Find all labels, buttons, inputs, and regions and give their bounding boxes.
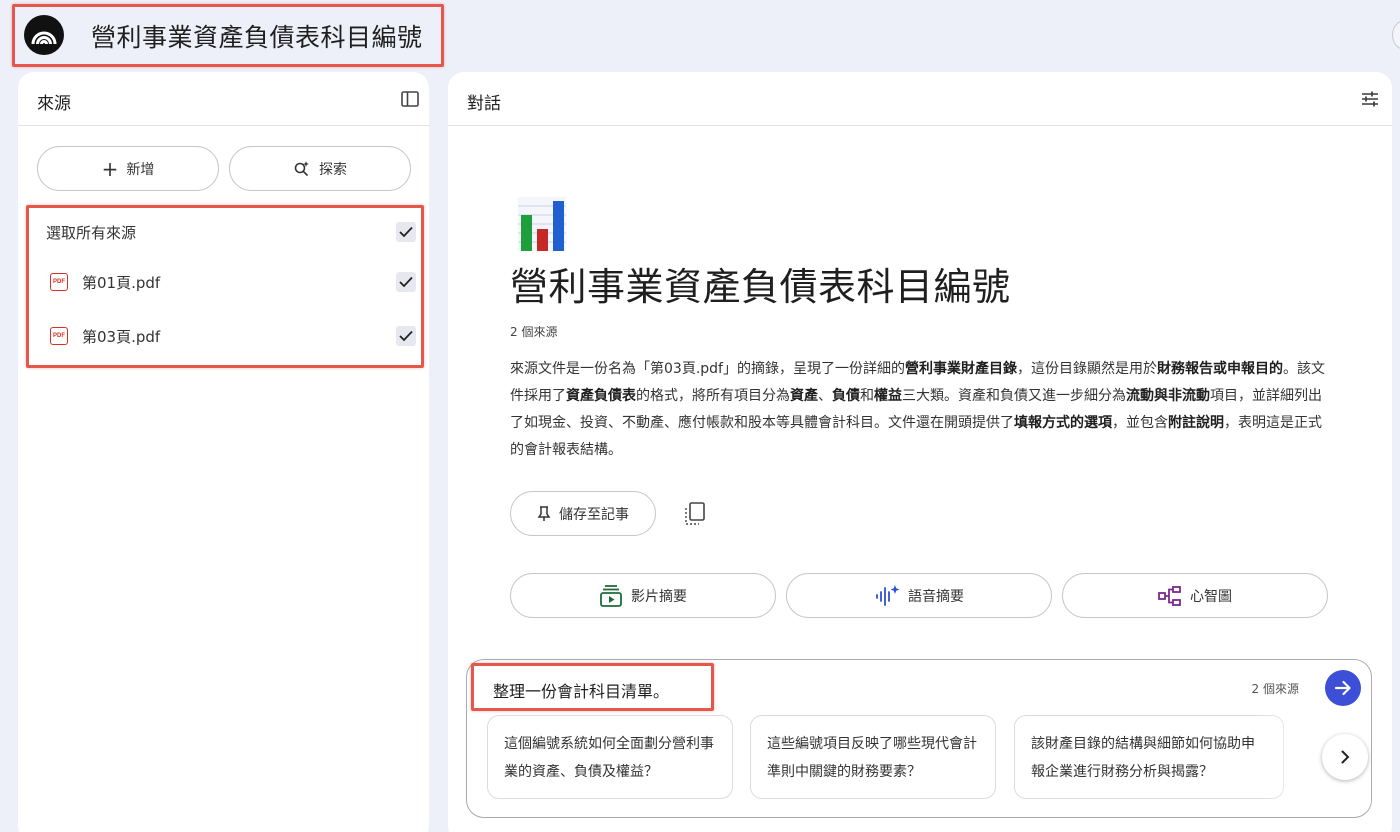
tune-settings-icon[interactable] — [1360, 89, 1380, 109]
next-suggestions-button[interactable] — [1322, 734, 1368, 780]
audio-overview-button[interactable]: 語音摘要 — [786, 573, 1052, 618]
sources-header: 來源 — [18, 72, 429, 126]
add-source-label: 新增 — [126, 161, 155, 178]
chat-input-field[interactable]: 整理一份會計科目清單。 — [493, 678, 669, 702]
video-overview-icon — [600, 584, 622, 607]
chat-title: 對話 — [467, 94, 501, 114]
source-item-label: 第03頁.pdf — [82, 327, 161, 346]
send-button[interactable] — [1325, 670, 1361, 706]
video-overview-label: 影片摘要 — [631, 588, 687, 605]
suggested-question[interactable]: 這個編號系統如何全面劃分營利事業的資產、負債及權益？ — [487, 715, 733, 799]
source-item[interactable]: PDF 第03頁.pdf — [46, 316, 416, 356]
save-to-note-button[interactable]: 儲存至記事 — [510, 491, 656, 536]
summary-bold-text: 流動與非流動 — [1126, 388, 1210, 404]
explore-sources-button[interactable]: 探索 — [229, 146, 411, 191]
audio-overview-icon — [876, 584, 900, 606]
notebook-title[interactable]: 營利事業資產負債表科目編號 — [91, 18, 423, 54]
source-item-label: 第01頁.pdf — [82, 273, 161, 292]
check-icon — [399, 330, 413, 342]
summary-text: 三大類。資產和負債又進一步細分為 — [902, 388, 1126, 404]
mind-map-icon — [1158, 585, 1181, 606]
sources-panel: 來源 + 新增 探索 選取所有來源 PDF 第01頁.pdf PDF 第03頁.… — [18, 72, 429, 832]
summary-bold-text: 權益 — [874, 388, 902, 404]
pdf-icon: PDF — [50, 273, 68, 291]
mind-map-label: 心智圖 — [1190, 588, 1232, 605]
collapse-panel-icon[interactable] — [400, 89, 420, 109]
summary-text: 的格式，將所有項目分為 — [636, 388, 790, 404]
summary-bold-text: 資產負債表 — [566, 388, 636, 404]
source-checkbox[interactable] — [396, 272, 416, 292]
select-all-checkbox[interactable] — [396, 222, 416, 242]
copy-icon[interactable] — [684, 502, 706, 526]
plus-icon: + — [101, 156, 119, 181]
app-header: 營利事業資產負債表科目編號 — [0, 0, 1400, 70]
summary-bold-text: 營利事業財產目錄 — [904, 361, 1017, 377]
add-source-button[interactable]: + 新增 — [37, 146, 219, 191]
search-spark-icon — [294, 160, 309, 176]
check-icon — [399, 226, 413, 238]
source-summary: 來源文件是一份名為「第03頁.pdf」的摘錄，呈現了一份詳細的營利事業財產目錄，… — [510, 356, 1328, 464]
summary-text: ，這份目錄顯然是用於 — [1016, 361, 1157, 377]
source-count: 2 個來源 — [510, 325, 558, 339]
bar-chart-emoji-icon — [518, 197, 566, 251]
source-item[interactable]: PDF 第01頁.pdf — [46, 262, 416, 302]
suggested-question[interactable]: 這些編號項目反映了哪些現代會計準則中關鍵的財務要素？ — [750, 715, 996, 799]
notebook-logo-icon[interactable] — [24, 15, 64, 55]
chevron-right-icon — [1341, 750, 1350, 764]
select-all-label: 選取所有來源 — [46, 223, 137, 242]
summary-text: 和 — [860, 388, 874, 404]
video-overview-button[interactable]: 影片摘要 — [510, 573, 776, 618]
chat-panel: 對話 營利事業資產負債表科目編號 2 個來源 來源文件是一份名為「第03頁.pd… — [448, 72, 1392, 832]
document-title: 營利事業資產負債表科目編號 — [510, 265, 1011, 309]
mind-map-button[interactable]: 心智圖 — [1062, 573, 1328, 618]
arrow-right-icon — [1334, 680, 1351, 696]
suggested-question[interactable]: 該財產目錄的結構與細節如何協助申報企業進行財務分析與揭露？ — [1014, 715, 1284, 799]
pdf-icon: PDF — [50, 327, 68, 345]
sources-title: 來源 — [37, 94, 71, 114]
summary-text: 、 — [818, 388, 832, 404]
audio-overview-label: 語音摘要 — [908, 588, 964, 605]
pin-icon — [537, 505, 551, 521]
check-icon — [399, 276, 413, 288]
summary-text: 來源文件是一份名為「第03頁.pdf」的摘錄，呈現了一份詳細的 — [510, 361, 905, 377]
select-all-row[interactable]: 選取所有來源 — [46, 212, 416, 252]
summary-bold-text: 負債 — [832, 388, 860, 404]
summary-bold-text: 填報方式的選項 — [1014, 415, 1112, 431]
chat-input-box[interactable]: 整理一份會計科目清單。 2 個來源 這個編號系統如何全面劃分營利事業的資產、負債… — [466, 659, 1372, 818]
save-note-label: 儲存至記事 — [559, 506, 629, 523]
summary-bold-text: 附註說明 — [1168, 415, 1224, 431]
edge-button[interactable] — [1392, 20, 1400, 50]
explore-label: 探索 — [319, 161, 347, 178]
summary-bold-text: 財務報告或申報目的 — [1156, 361, 1283, 377]
source-checkbox[interactable] — [396, 326, 416, 346]
input-source-count: 2 個來源 — [1251, 682, 1299, 696]
summary-text: ，並包含 — [1112, 415, 1168, 431]
summary-bold-text: 資產 — [790, 388, 818, 404]
chat-header: 對話 — [448, 72, 1392, 126]
